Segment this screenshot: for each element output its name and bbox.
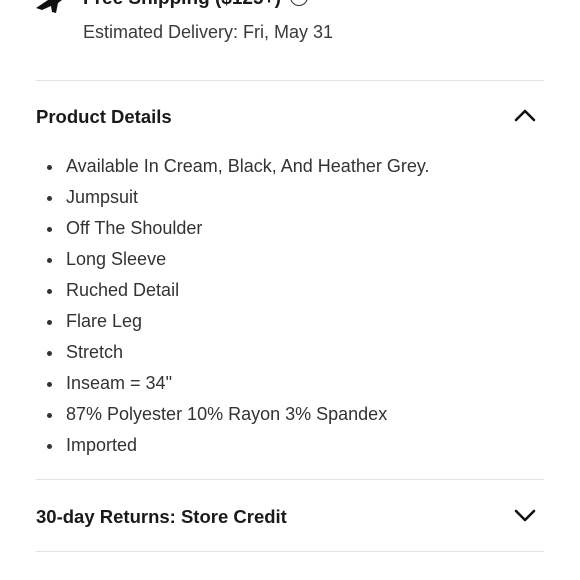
list-item-text: Ruched Detail (66, 280, 180, 300)
shipping-row: Free Shipping ($125+) i (0, 0, 580, 13)
bullet (47, 165, 52, 170)
returns-toggle[interactable]: 30-day Returns: Store Credit (36, 502, 544, 532)
list-item: Available In Cream, Black, And Heather G… (36, 153, 544, 184)
list-item: 87% Polyester 10% Rayon 3% Spandex (36, 401, 544, 432)
shipping-title: Free Shipping ($125+) (83, 0, 281, 10)
list-item: Off The Shoulder (36, 215, 544, 246)
divider (36, 80, 544, 81)
list-item: Long Sleeve (36, 246, 544, 277)
bullet (47, 351, 52, 356)
product-details-toggle[interactable]: Product Details (36, 102, 544, 132)
list-item: Jumpsuit (36, 184, 544, 215)
product-details-list: Available In Cream, Black, And Heather G… (36, 153, 544, 463)
bullet (47, 258, 52, 263)
list-item: Flare Leg (36, 308, 544, 339)
list-item: Inseam = 34" (36, 370, 544, 401)
list-item-text: 87% Polyester 10% Rayon 3% Spandex (66, 404, 388, 424)
bullet (47, 444, 52, 449)
airplane-icon (36, 0, 62, 13)
list-item-text: Off The Shoulder (66, 218, 203, 238)
bullet (47, 413, 52, 418)
list-item-text: Stretch (66, 342, 124, 362)
list-item: Stretch (36, 339, 544, 370)
returns-title: 30-day Returns: Store Credit (36, 506, 287, 527)
product-details-title: Product Details (36, 106, 172, 127)
bullet (47, 382, 52, 387)
chevron-up-icon (514, 109, 536, 122)
list-item: Imported (36, 432, 544, 463)
list-item-text: Available In Cream, Black, And Heather G… (66, 156, 430, 176)
bullet (47, 196, 52, 201)
chevron-down-icon (514, 509, 536, 522)
list-item-text: Long Sleeve (66, 249, 167, 269)
list-item-text: Imported (66, 435, 138, 455)
list-item: Ruched Detail (36, 277, 544, 308)
list-item-text: Jumpsuit (66, 187, 139, 207)
divider (36, 551, 544, 552)
divider (36, 479, 544, 480)
bullet (47, 320, 52, 325)
estimated-delivery: Estimated Delivery: Fri, May 31 (83, 22, 334, 42)
bullet (47, 289, 52, 294)
list-item-text: Inseam = 34" (66, 373, 172, 393)
bullet (47, 227, 52, 232)
info-icon[interactable]: i (290, 0, 308, 6)
product-info-panel: Free Shipping ($125+) i Estimated Delive… (0, 0, 580, 580)
list-item-text: Flare Leg (66, 311, 143, 331)
